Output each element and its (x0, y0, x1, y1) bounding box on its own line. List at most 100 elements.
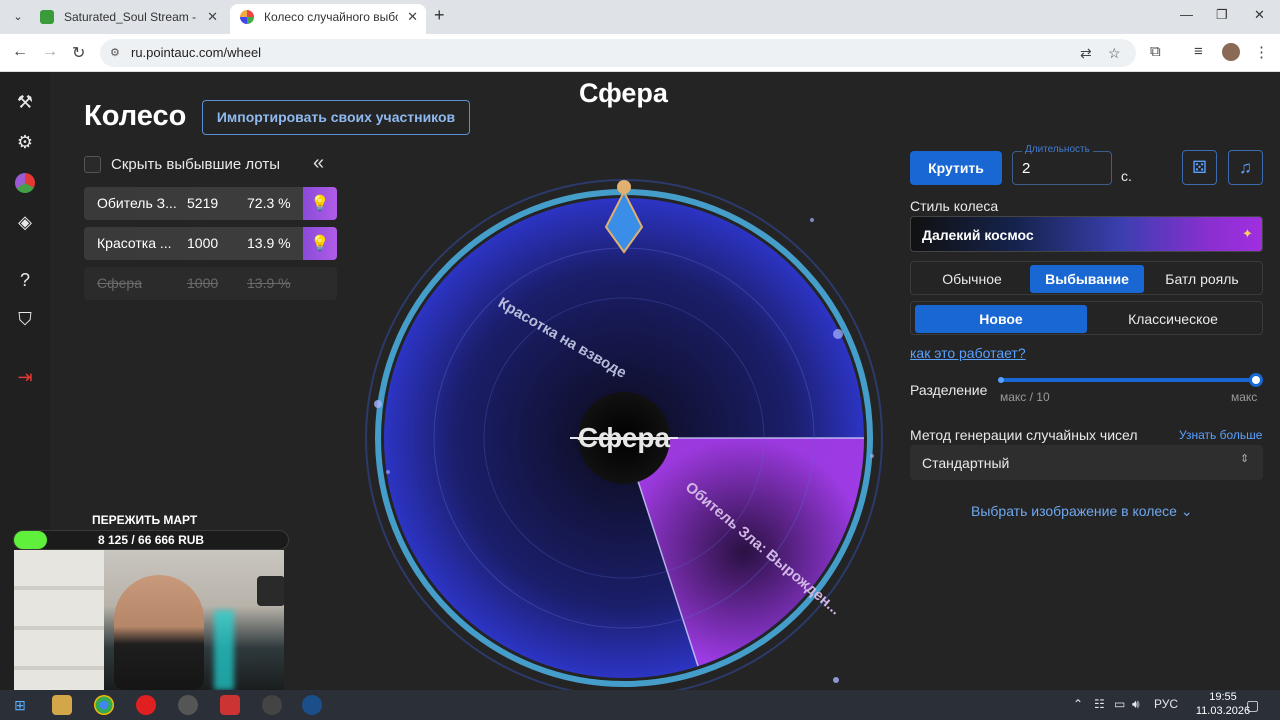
wheel-svg[interactable]: Красотка на взводе Обитель Зла: Вырожден… (360, 142, 890, 697)
rng-method-value[interactable]: Стандартный (922, 455, 1009, 471)
shield-check-icon[interactable]: ⛉ (13, 307, 37, 331)
file-explorer-icon[interactable] (52, 695, 72, 715)
tab-title: Колесо случайного выбора – I (264, 10, 398, 24)
lot-item-eliminated: Сфера 1000 13.9 % (84, 267, 337, 300)
spin-button[interactable]: Крутить (910, 151, 1002, 185)
close-tab-icon[interactable]: ✕ (407, 4, 418, 30)
back-icon[interactable]: ← (12, 43, 28, 61)
maximize-icon[interactable]: ❐ (1216, 7, 1228, 23)
settings-gear-icon[interactable]: ⚙ (13, 130, 37, 154)
wheel-container[interactable]: Красотка на взводе Обитель Зла: Вырожден… (360, 142, 890, 697)
lot-amount: 5219 (187, 195, 219, 211)
address-bar: ← → ↻ ⚙ ru.pointauc.com/wheel ⇄ ☆ ⧉ ≡ ⋮ (0, 34, 1280, 72)
donation-goal-text: 8 125 / 66 666 RUB (98, 533, 205, 547)
mode-battle-royale[interactable]: Батл рояль (1144, 265, 1260, 293)
webcam-wall-logo (257, 576, 284, 606)
learn-more-link[interactable]: Узнать больше (1179, 428, 1262, 442)
lot-percent: 72.3 % (247, 195, 291, 211)
site-info-icon[interactable]: ⚙ (110, 46, 120, 59)
language-indicator[interactable]: РУС (1154, 697, 1178, 711)
gavel-icon[interactable]: ⚒ (13, 90, 37, 114)
star-decoration (386, 470, 390, 474)
lot-name: Сфера (97, 275, 142, 291)
tab-title: Saturated_Soul Stream - Watch (64, 10, 198, 24)
notification-icon[interactable]: ▢ (1246, 697, 1259, 714)
variant-classic[interactable]: Классическое (1087, 305, 1259, 333)
mode-elimination[interactable]: Выбывание (1030, 265, 1144, 293)
lot-name: Красотка ... (97, 235, 172, 251)
split-label: Разделение (910, 382, 988, 398)
url-text[interactable]: ru.pointauc.com/wheel (131, 45, 261, 60)
hide-eliminated-checkbox[interactable] (84, 156, 101, 173)
logout-icon[interactable]: ⇥ (13, 365, 37, 389)
obs-icon[interactable] (262, 695, 282, 715)
mode-normal[interactable]: Обычное (914, 265, 1030, 293)
layers-icon[interactable]: ◈ (13, 210, 37, 234)
steam-icon[interactable] (302, 695, 322, 715)
help-icon[interactable]: ? (13, 268, 37, 292)
extensions-icon[interactable]: ⧉ (1150, 43, 1161, 60)
lot-amount: 1000 (187, 275, 219, 291)
close-window-icon[interactable]: ✕ (1254, 7, 1265, 23)
hide-eliminated-label: Скрыть выбывшие лоты (111, 156, 280, 173)
select-caret-icon: ⇕ (1240, 453, 1250, 465)
browser-menu-icon[interactable]: ⋮ (1254, 43, 1269, 61)
bookmark-star-icon[interactable]: ☆ (1108, 45, 1121, 62)
chevron-down-icon: ⌄ (1180, 503, 1193, 519)
star-decoration (833, 329, 843, 339)
lot-item[interactable]: Обитель З... 5219 72.3 % 💡 (84, 187, 337, 220)
donation-goal-fill (14, 531, 48, 549)
app-icon[interactable] (220, 695, 240, 715)
webcam-feed (14, 550, 284, 690)
highlight-bulb-icon[interactable]: 💡 (303, 227, 337, 260)
wheel-style-label: Стиль колеса (910, 198, 999, 214)
opera-icon[interactable] (136, 695, 156, 715)
network-icon[interactable]: ☷ (1094, 697, 1105, 711)
kick-favicon-icon (40, 10, 54, 24)
new-tab-icon[interactable]: + (434, 5, 445, 26)
battery-icon[interactable]: ▭ (1114, 697, 1125, 711)
webcam-led-glow (214, 610, 234, 690)
variant-selector: Новое Классическое (910, 301, 1263, 335)
wheel-pie-icon[interactable] (13, 170, 37, 194)
choose-image-label: Выбрать изображение в колесе (971, 503, 1177, 519)
choose-image-toggle[interactable]: Выбрать изображение в колесе ⌄ (971, 503, 1193, 520)
collapse-panel-icon[interactable]: « (313, 152, 324, 175)
split-slider-thumb[interactable] (1249, 373, 1263, 387)
profile-avatar[interactable] (1222, 43, 1240, 61)
dice-icon[interactable]: ⚄ (1182, 150, 1217, 185)
close-tab-icon[interactable]: ✕ (207, 4, 218, 30)
forward-icon[interactable]: → (42, 43, 58, 61)
mode-selector: Обычное Выбывание Батл рояль (910, 261, 1263, 295)
how-it-works-link[interactable]: как это работает? (910, 345, 1026, 361)
omnibox[interactable]: ⚙ ru.pointauc.com/wheel ⇄ ☆ (100, 39, 1136, 67)
split-slider-track[interactable] (1000, 378, 1256, 382)
lot-amount: 1000 (187, 235, 219, 251)
page-title: Колесо (84, 100, 187, 132)
highlight-bulb-icon[interactable]: 💡 (303, 187, 337, 220)
sparkle-icon: ✦ (1242, 226, 1253, 241)
tab-search-icon[interactable]: ⌄ (8, 7, 28, 27)
app-icon[interactable] (178, 695, 198, 715)
wheel-style-value[interactable]: Далекий космос (922, 227, 1034, 243)
tray-chevron-icon[interactable]: ⌃ (1073, 697, 1083, 711)
reload-icon[interactable]: ↻ (72, 43, 85, 63)
volume-icon[interactable]: 🔊︎ (1132, 697, 1140, 712)
music-icon[interactable]: ♫ (1228, 150, 1263, 185)
tab-saturated-soul[interactable]: Saturated_Soul Stream - Watch ✕ (30, 4, 226, 34)
star-decoration (833, 677, 839, 683)
lot-item[interactable]: Красотка ... 1000 13.9 % 💡 (84, 227, 337, 260)
windows-start-icon[interactable]: ⊞ (10, 695, 30, 715)
star-decoration (374, 400, 382, 408)
media-control-icon[interactable]: ≡ (1194, 43, 1203, 60)
chrome-icon[interactable] (94, 695, 114, 715)
minimize-icon[interactable]: — (1180, 7, 1193, 22)
duration-value[interactable]: 2 (1022, 160, 1030, 177)
import-participants-button[interactable]: Импортировать своих участников (202, 100, 470, 135)
variant-new[interactable]: Новое (915, 305, 1087, 333)
lot-percent: 13.9 % (247, 235, 291, 251)
windows-taskbar: ⊞ ⌃ ☷ ▭ 🔊︎ РУС 19:55 11.03.2026 ▢ (0, 690, 1280, 720)
winner-title: Сфера (579, 78, 668, 108)
tab-wheel[interactable]: Колесо случайного выбора – I ✕ (230, 4, 426, 34)
translate-icon[interactable]: ⇄ (1080, 45, 1092, 62)
